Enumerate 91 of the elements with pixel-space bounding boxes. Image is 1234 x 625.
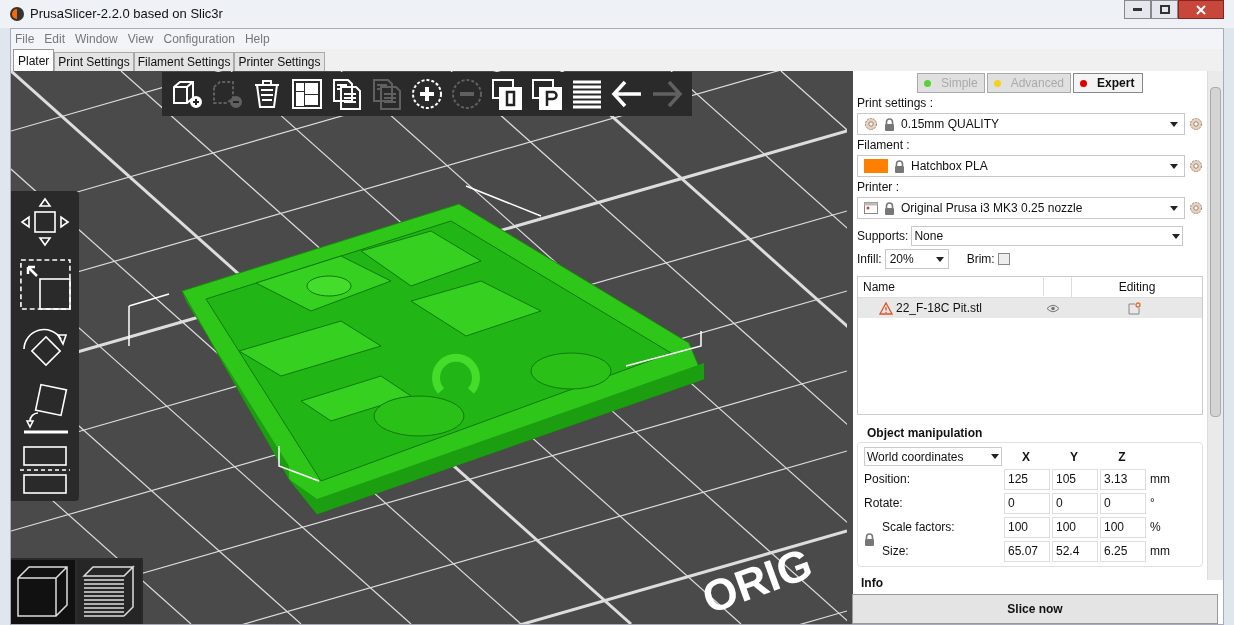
eye-icon[interactable] <box>1046 303 1060 313</box>
caret-icon <box>991 454 999 459</box>
row-label: Size: <box>882 543 909 560</box>
arrange-icon[interactable] <box>290 77 324 111</box>
preset-dropdown[interactable]: 0.15mm QUALITY <box>857 113 1185 135</box>
caret-icon <box>935 256 944 262</box>
menu-item[interactable]: Help <box>244 30 270 48</box>
gear-icon[interactable] <box>1189 117 1203 131</box>
unit-label: ° <box>1150 495 1155 512</box>
infill-dropdown[interactable]: 20% <box>884 249 949 269</box>
column-header: Editing <box>1117 279 1157 296</box>
tab[interactable]: Printer Settings <box>234 52 325 71</box>
infill-label: Infill: <box>857 251 882 268</box>
menu-item[interactable]: Window <box>75 30 118 48</box>
gear-icon[interactable] <box>1189 159 1203 173</box>
tab[interactable]: Plater <box>13 49 55 71</box>
maximize-button[interactable] <box>1151 0 1178 19</box>
section-title: Info <box>861 575 884 592</box>
value-field[interactable]: 105 <box>1052 468 1098 490</box>
object-name: 22_F-18C Pit.stl <box>896 300 984 317</box>
menu-item[interactable]: Edit <box>44 30 66 48</box>
scale-icon[interactable] <box>18 257 72 311</box>
value-field[interactable]: 65.07 <box>1004 540 1050 562</box>
row-label: Scale factors: <box>882 519 955 536</box>
plus-circle-icon[interactable] <box>410 77 444 111</box>
unit-label: mm <box>1150 543 1170 560</box>
maximize-icon <box>1159 5 1170 14</box>
section-title: Object manipulation <box>867 425 984 442</box>
value-field[interactable]: 0 <box>1052 492 1098 514</box>
column-header: Name <box>858 278 1044 296</box>
3d-viewport[interactable]: ORIG <box>11 71 853 624</box>
value-field[interactable]: 0 <box>1004 492 1050 514</box>
mode-button[interactable]: Expert <box>1073 73 1144 93</box>
gear-icon[interactable] <box>864 117 878 131</box>
caret-icon <box>1172 233 1180 239</box>
value-field[interactable]: 125 <box>1004 468 1050 490</box>
close-icon <box>1196 4 1206 15</box>
brim-checkbox[interactable] <box>997 253 1010 265</box>
gear-icon[interactable] <box>1189 201 1203 215</box>
value-field[interactable]: 0 <box>1100 492 1146 514</box>
value-field[interactable]: 100 <box>1100 516 1146 538</box>
printer-icon <box>864 202 878 214</box>
preset-label: Print settings : <box>857 95 935 112</box>
split-objects-icon[interactable] <box>490 77 524 111</box>
cut-icon[interactable] <box>18 443 72 497</box>
caret-icon <box>1170 163 1178 169</box>
scale-lock-icon <box>864 532 875 546</box>
row-label: Position: <box>864 471 911 488</box>
object-row[interactable]: 22_F-18C Pit.stl <box>858 298 1202 318</box>
split-parts-icon[interactable] <box>530 77 564 111</box>
menu-item[interactable]: File <box>15 30 35 48</box>
preset-dropdown[interactable]: Hatchbox PLA <box>857 155 1185 177</box>
lock-icon <box>884 201 895 215</box>
preset-dropdown[interactable]: Original Prusa i3 MK3 0.25 nozzle <box>857 197 1185 219</box>
coordinates-dropdown[interactable]: World coordinates <box>864 447 1002 466</box>
unit-label: % <box>1150 519 1161 536</box>
slice-now-button[interactable]: Slice now <box>852 594 1218 624</box>
value-field[interactable]: 100 <box>1052 516 1098 538</box>
preview-layers-button[interactable] <box>77 560 141 624</box>
move-icon[interactable] <box>18 195 72 249</box>
window-title: PrusaSlicer-2.2.0 based on Slic3r <box>30 5 224 24</box>
app-logo-icon <box>10 7 24 21</box>
value-field[interactable]: 100 <box>1004 516 1050 538</box>
caret-icon <box>1170 121 1178 127</box>
axis-label: X <box>1021 448 1031 466</box>
supports-dropdown[interactable]: None <box>911 226 1183 246</box>
tab[interactable]: Filament Settings <box>133 52 235 71</box>
brim-label: Brim: <box>966 251 995 268</box>
axis-label: Z <box>1117 448 1127 466</box>
caret-icon <box>1170 205 1178 211</box>
value-field[interactable]: 52.4 <box>1052 540 1098 562</box>
minimize-button[interactable] <box>1124 0 1151 19</box>
menu-item[interactable]: Configuration <box>163 30 235 48</box>
scrollbar[interactable] <box>1207 71 1223 580</box>
menu-item[interactable]: View <box>127 30 154 48</box>
copy-icon[interactable] <box>330 77 364 111</box>
value-field[interactable]: 3.13 <box>1100 468 1146 490</box>
close-button[interactable] <box>1178 0 1224 19</box>
lock-icon <box>884 117 895 131</box>
bed-label: ORIG <box>696 541 818 621</box>
row-label: Rotate: <box>864 495 903 512</box>
lock-icon <box>894 159 905 173</box>
minimize-icon <box>1133 8 1142 11</box>
unit-label: mm <box>1150 471 1170 488</box>
preset-label: Printer : <box>857 179 900 196</box>
preset-label: Filament : <box>857 137 911 154</box>
value-field[interactable]: 6.25 <box>1100 540 1146 562</box>
tab[interactable]: Print Settings <box>54 52 134 71</box>
3d-view-button[interactable] <box>11 560 75 624</box>
axis-label: Y <box>1069 448 1079 466</box>
supports-label: Supports: <box>857 228 909 245</box>
